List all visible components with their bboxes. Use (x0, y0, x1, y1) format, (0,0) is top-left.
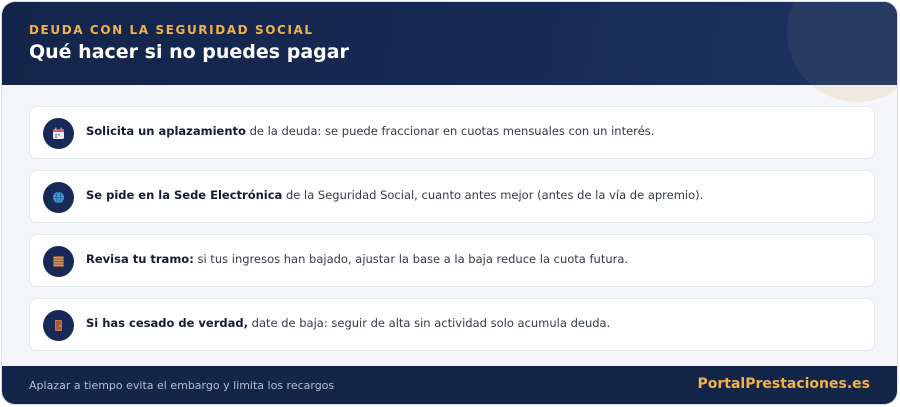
list-item-text: Si has cesado de verdad, date de baja: s… (86, 316, 611, 330)
list-item-text: Se pide en la Sede Electrónica de la Seg… (86, 188, 704, 202)
door-icon (43, 310, 74, 341)
calendar-icon (43, 118, 74, 149)
list-item: Se pide en la Sede Electrónica de la Seg… (29, 170, 875, 223)
page-title: Qué hacer si no puedes pagar (29, 41, 349, 63)
list-item: Solicita un aplazamiento de la deuda: se… (29, 106, 875, 159)
decorative-circle (787, 2, 897, 85)
list-item: Si has cesado de verdad, date de baja: s… (29, 298, 875, 351)
header-kicker: DEUDA CON LA SEGURIDAD SOCIAL (29, 23, 314, 37)
brand-logo[interactable]: PortalPrestaciones.es (697, 376, 870, 392)
list-item-text: Solicita un aplazamiento de la deuda: se… (86, 124, 655, 138)
list-item: Revisa tu tramo: si tus ingresos han baj… (29, 234, 875, 287)
card-header: DEUDA CON LA SEGURIDAD SOCIAL Qué hacer … (2, 2, 897, 85)
globe-icon (43, 182, 74, 213)
footer-note: Aplazar a tiempo evita el embargo y limi… (29, 379, 335, 392)
list-item-text: Revisa tu tramo: si tus ingresos han baj… (86, 252, 629, 266)
card-footer: Aplazar a tiempo evita el embargo y limi… (2, 366, 897, 404)
info-card: DEUDA CON LA SEGURIDAD SOCIAL Qué hacer … (1, 1, 898, 405)
abacus-icon (43, 246, 74, 277)
